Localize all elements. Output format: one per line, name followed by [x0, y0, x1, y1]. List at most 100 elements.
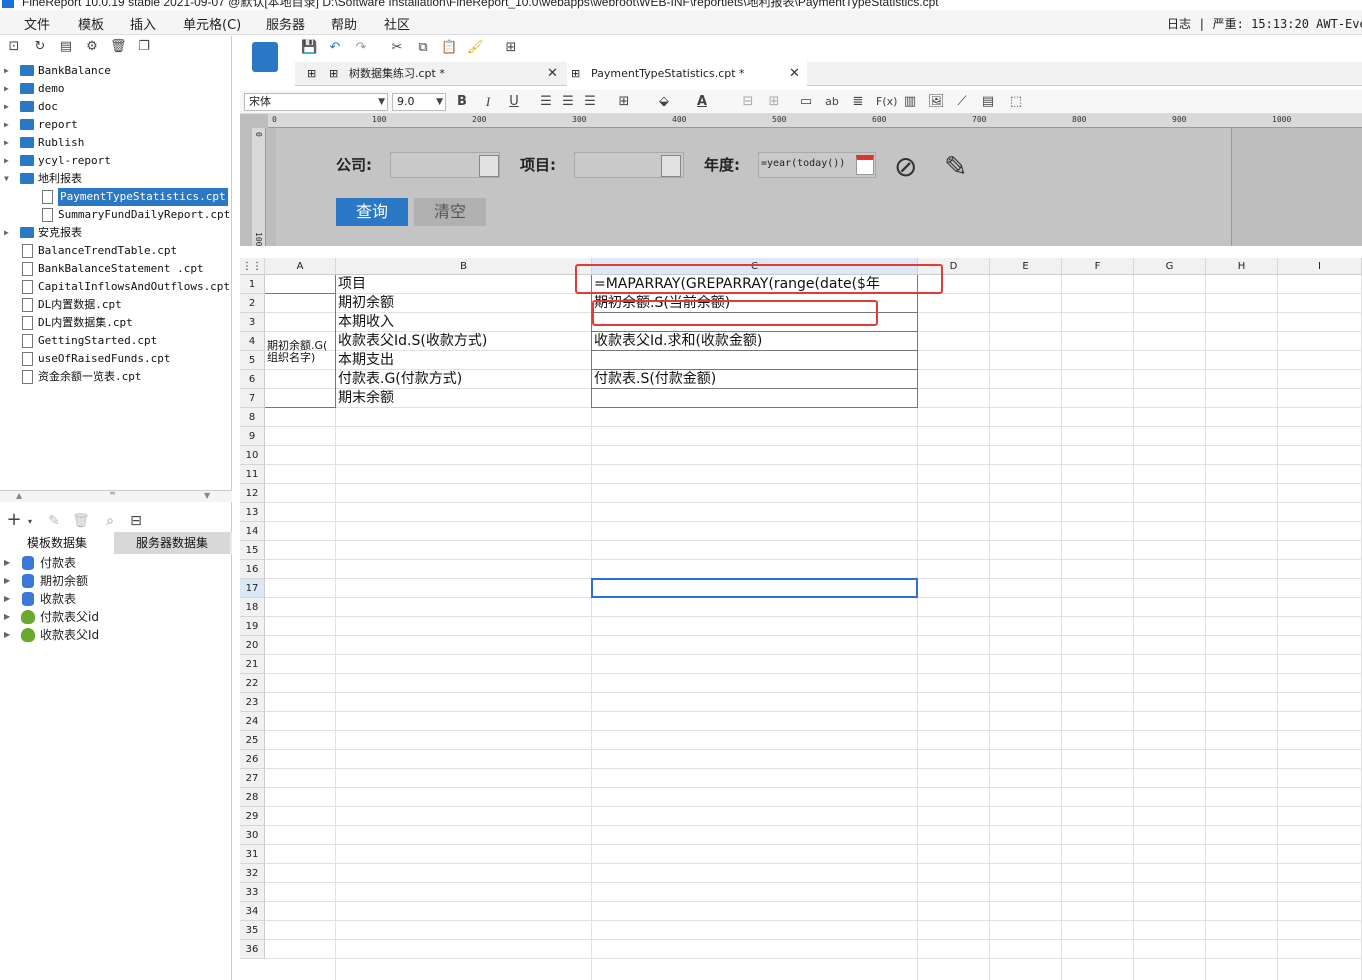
image-icon[interactable]: 🖼	[928, 94, 945, 110]
row-header[interactable]: 7	[240, 389, 265, 408]
tree-item[interactable]: PaymentTypeStatistics.cpt	[0, 188, 230, 206]
bold-icon[interactable]: B	[454, 94, 470, 110]
settings-icon[interactable]: ⚙	[84, 40, 100, 54]
row-header[interactable]: 31	[240, 845, 265, 864]
insert-row-icon[interactable]: ▭	[798, 94, 814, 110]
dataset-item[interactable]: ▶ 付款表	[0, 554, 230, 572]
chevron-right-icon[interactable]: ▶	[4, 62, 12, 80]
log-status[interactable]: 日志 | 严重: 15:13:20 AWT-EventQueue	[1167, 15, 1362, 32]
text-icon[interactable]: ab	[824, 94, 840, 110]
subreport-icon[interactable]: ▤	[980, 94, 996, 110]
row-header[interactable]: 8	[240, 408, 265, 427]
cell-b2[interactable]: 期初余额	[338, 293, 590, 313]
paste-icon[interactable]: 📋	[441, 40, 457, 56]
cell-b3[interactable]: 本期收入	[338, 312, 590, 332]
tree-item[interactable]: ▶ ycyl-report	[0, 152, 230, 170]
menu-community[interactable]: 社区	[384, 14, 410, 33]
row-header[interactable]: 13	[240, 503, 265, 522]
row-header[interactable]: 24	[240, 712, 265, 731]
row-header[interactable]: 27	[240, 769, 265, 788]
italic-icon[interactable]: I	[480, 94, 496, 110]
tab-tree-dataset[interactable]: ⊞ ⊞ 树数据集练习.cpt * ✕	[307, 62, 561, 86]
tree-item[interactable]: useOfRaisedFunds.cpt	[0, 350, 230, 368]
chart-icon[interactable]: ▥	[902, 94, 918, 110]
chevron-right-icon[interactable]: ▶	[4, 224, 12, 242]
row-header[interactable]: 1	[240, 275, 265, 294]
calendar-icon[interactable]	[856, 155, 874, 175]
tree-item[interactable]: BalanceTrendTable.cpt	[0, 242, 230, 260]
row-header[interactable]: 18	[240, 598, 265, 617]
slash-icon[interactable]: ⟋	[954, 94, 970, 110]
select-all-corner[interactable]: ⋮⋮	[240, 258, 265, 275]
open-icon[interactable]: ▤	[58, 40, 74, 54]
menu-template[interactable]: 模板	[78, 14, 104, 33]
cell-b5[interactable]: 本期支出	[338, 350, 590, 370]
edit-icon[interactable]: ✎	[46, 513, 62, 529]
row-header[interactable]: 35	[240, 921, 265, 940]
row-header[interactable]: 15	[240, 541, 265, 560]
close-icon[interactable]: ✕	[547, 62, 558, 86]
column-header[interactable]: A	[265, 258, 336, 275]
chevron-right-icon[interactable]: ▶	[4, 80, 12, 98]
column-header[interactable]: B	[336, 258, 592, 275]
copy-icon[interactable]: ⧉	[415, 40, 431, 56]
template-list-icon[interactable]	[252, 42, 278, 72]
fill-color-icon[interactable]: ⬙	[656, 94, 672, 110]
tree-item[interactable]: ▶ doc	[0, 98, 230, 116]
row-header[interactable]: 23	[240, 693, 265, 712]
edit-pencil-icon[interactable]: ✎	[944, 150, 967, 183]
column-header[interactable]: H	[1206, 258, 1278, 275]
close-icon[interactable]: ✕	[789, 62, 800, 86]
cell-b7[interactable]: 期末余额	[338, 388, 590, 408]
border-icon[interactable]: ⊞	[616, 94, 632, 110]
tree-item[interactable]: ▼ 地利报表	[0, 170, 230, 188]
row-header[interactable]: 20	[240, 636, 265, 655]
chevron-right-icon[interactable]: ▶	[4, 572, 10, 590]
row-header[interactable]: 28	[240, 788, 265, 807]
row-header[interactable]: 16	[240, 560, 265, 579]
row-header[interactable]: 34	[240, 902, 265, 921]
redo-icon[interactable]: ↷	[353, 40, 369, 56]
tab-template-dataset[interactable]: 模板数据集	[0, 532, 114, 554]
format-painter-icon[interactable]: 🖌	[467, 40, 484, 56]
chevron-right-icon[interactable]: ▶	[4, 590, 10, 608]
menu-help[interactable]: 帮助	[331, 14, 357, 33]
tree-item[interactable]: BankBalanceStatement .cpt	[0, 260, 230, 278]
tree-item[interactable]: GettingStarted.cpt	[0, 332, 230, 350]
row-header[interactable]: 14	[240, 522, 265, 541]
chevron-right-icon[interactable]: ▶	[4, 98, 12, 116]
collapse-icon[interactable]: ❐	[136, 40, 152, 54]
cell-c6[interactable]: 付款表.S(付款金额)	[594, 369, 916, 389]
tree-item[interactable]: CapitalInflowsAndOutflows.cpt	[0, 278, 230, 296]
preview-report-icon[interactable]: ⊞	[503, 40, 519, 56]
calendar-icon[interactable]	[661, 155, 681, 177]
dataset-item[interactable]: ▶ 期初余额	[0, 572, 230, 590]
menu-cell[interactable]: 单元格(C)	[183, 14, 241, 33]
font-size-select[interactable]: 9.0 ▼	[392, 93, 446, 111]
calendar-icon[interactable]	[479, 155, 499, 177]
more-insert-icon[interactable]: ⬚	[1008, 94, 1024, 110]
column-header[interactable]: I	[1278, 258, 1362, 275]
align-center-icon[interactable]: ☰	[560, 94, 576, 110]
row-header[interactable]: 30	[240, 826, 265, 845]
tree-item[interactable]: DL内置数据.cpt	[0, 296, 230, 314]
year-date-field[interactable]: =year(today())	[758, 152, 876, 178]
query-button[interactable]: 查询	[336, 198, 408, 226]
tree-item[interactable]: 资金余额一览表.cpt	[0, 368, 230, 386]
tree-item[interactable]: ▶ BankBalance	[0, 62, 230, 80]
richtext-icon[interactable]: ≣	[850, 94, 866, 110]
align-right-icon[interactable]: ☰	[582, 94, 598, 110]
font-color-icon[interactable]: A	[694, 94, 710, 110]
row-header[interactable]: 26	[240, 750, 265, 769]
row-header[interactable]: 36	[240, 940, 265, 959]
merge-icon[interactable]: ⊟	[740, 94, 756, 110]
column-header[interactable]: F	[1062, 258, 1134, 275]
underline-icon[interactable]: U	[506, 94, 522, 110]
tree-item[interactable]: SummaryFundDailyReport.cpt	[0, 206, 230, 224]
tree-item[interactable]: ▶ 安克报表	[0, 224, 230, 242]
row-header[interactable]: 12	[240, 484, 265, 503]
column-header[interactable]: E	[990, 258, 1062, 275]
row-header[interactable]: 29	[240, 807, 265, 826]
cut-icon[interactable]: ✂	[389, 40, 405, 56]
row-header[interactable]: 9	[240, 427, 265, 446]
